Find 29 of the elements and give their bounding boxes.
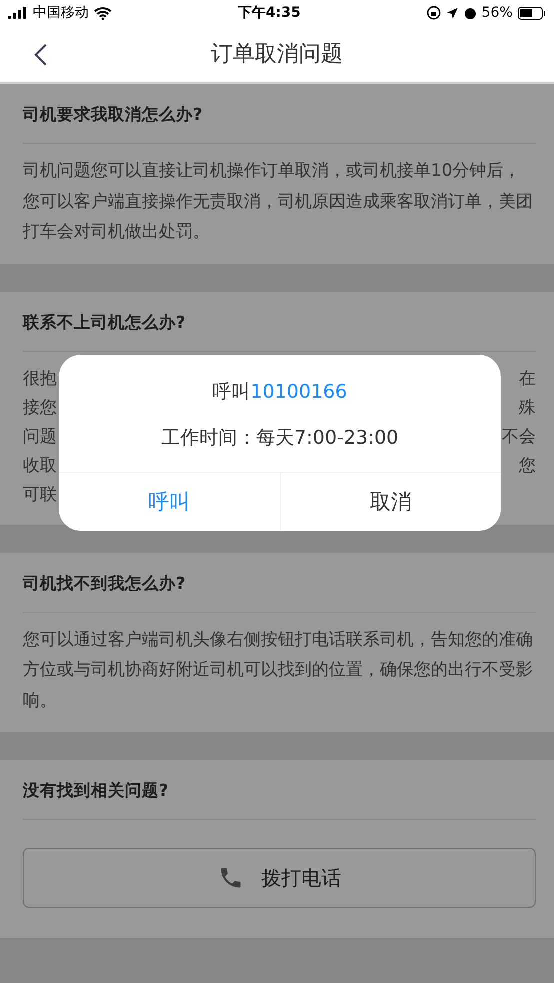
wifi-icon <box>94 6 112 20</box>
page-title: 订单取消问题 <box>211 41 343 69</box>
answer-text-fragment: 接您 <box>23 396 57 418</box>
question-title: 司机要求我取消怎么办? <box>23 84 536 144</box>
status-time: 下午4:35 <box>238 4 301 22</box>
answer-text-fragment: 在 <box>519 368 536 390</box>
question-title: 司机找不到我怎么办? <box>23 552 536 612</box>
question-title: 没有找到相关问题? <box>23 760 536 820</box>
dialog-button[interactable]: 取消 <box>280 473 501 531</box>
dialog-title: 呼叫 10100166 <box>212 380 348 405</box>
battery-icon <box>518 6 546 20</box>
answer-text-fragment: 问题 <box>23 426 57 448</box>
answer-text-fragment: 很抱 <box>23 368 57 390</box>
answer-text-fragment: 殊 <box>519 396 536 418</box>
call-button[interactable]: 拨打电话 <box>23 848 536 908</box>
battery-percent: 56% <box>482 5 513 21</box>
answer-text: 司机问题您可以直接让司机操作订单取消，或司机接单10分钟后，您可以客户端直接操作无责取消，司机原因造成乘客取消订单，美团打车会对司机做出处罚。 <box>23 160 534 244</box>
answer-text-fragment: 收取 <box>23 454 57 476</box>
answer-text-fragment: 可联 <box>23 484 57 506</box>
rotation-lock-icon <box>426 6 441 20</box>
carrier-name: 中国移动 <box>33 4 89 22</box>
answer-text-fragment: 不会 <box>502 426 536 448</box>
answer-text: 您可以通过客户端司机头像右侧按钮打电话联系司机，告知您的准确方位或与司机协商好附近司机可以找到的位置，确保您的出行不受影响。 <box>23 628 534 712</box>
question-title: 联系不上司机怎么办? <box>23 292 536 352</box>
answer-text-fragment: 您 <box>519 454 536 476</box>
working-hours: 工作时间：每天7:00-23:00 <box>160 426 400 451</box>
back-icon[interactable] <box>34 43 48 67</box>
location-arrow-icon <box>446 6 459 20</box>
signal-icon <box>8 7 28 19</box>
